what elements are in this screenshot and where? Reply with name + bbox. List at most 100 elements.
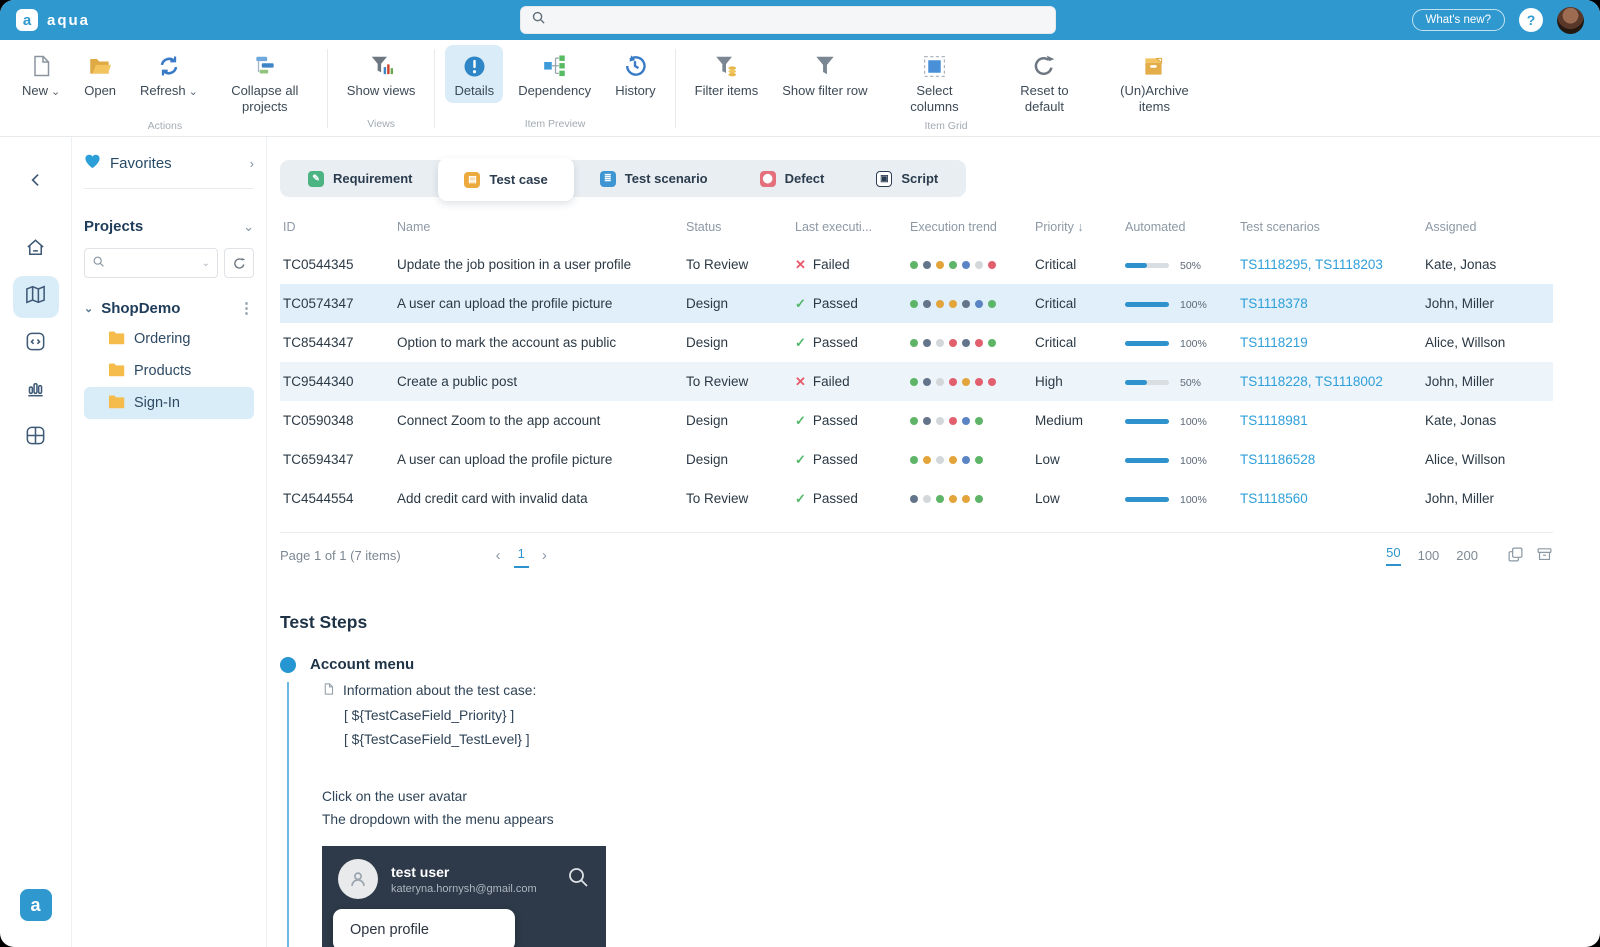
page-size-50[interactable]: 50 bbox=[1386, 545, 1400, 566]
test-scenarios-link[interactable]: TS1118981 bbox=[1237, 413, 1422, 428]
group-label-item-grid: Item Grid bbox=[683, 120, 1210, 132]
tab-defect[interactable]: ⬤ Defect bbox=[734, 160, 851, 197]
column-header-id[interactable]: ID bbox=[280, 220, 394, 234]
open-button[interactable]: Open bbox=[75, 45, 125, 103]
testcase-status: Design bbox=[683, 296, 792, 311]
column-header-status[interactable]: Status bbox=[683, 220, 792, 234]
show-filter-row-button[interactable]: Show filter row bbox=[773, 45, 876, 103]
sidebar-item-home[interactable] bbox=[13, 229, 59, 271]
tab-script[interactable]: ▣ Script bbox=[850, 160, 964, 197]
page-size-100[interactable]: 100 bbox=[1418, 548, 1440, 563]
column-header-test-scenarios[interactable]: Test scenarios bbox=[1237, 220, 1422, 234]
test-scenarios-link[interactable]: TS1118219 bbox=[1237, 335, 1422, 350]
copy-pages-icon[interactable] bbox=[1507, 546, 1524, 566]
trend-dot bbox=[936, 417, 944, 425]
sidebar-item-dashboard[interactable] bbox=[13, 417, 59, 459]
select-columns-button[interactable]: Select columns bbox=[882, 45, 986, 120]
chevron-right-icon[interactable]: › bbox=[250, 156, 254, 171]
refresh-button[interactable]: Refresh⌄ bbox=[131, 45, 207, 104]
test-scenarios-link[interactable]: TS1118228, TS1118002 bbox=[1237, 374, 1422, 389]
main-content: ✎ Requirement ▤ Test case ≣ Test scenari… bbox=[267, 137, 1600, 947]
column-header-automated[interactable]: Automated bbox=[1122, 220, 1237, 234]
test-steps-title: Test Steps bbox=[280, 612, 1553, 633]
column-header-execution-trend[interactable]: Execution trend bbox=[907, 220, 1032, 234]
folder-icon bbox=[108, 394, 125, 413]
sidebar-item-projects[interactable] bbox=[13, 276, 59, 318]
last-execution: ✕Failed bbox=[792, 374, 907, 390]
priority: Critical bbox=[1032, 335, 1122, 350]
archive-view-icon[interactable] bbox=[1536, 546, 1553, 566]
unarchive-items-button[interactable]: (Un)Archive items bbox=[1102, 45, 1206, 120]
folder-icon bbox=[108, 362, 125, 381]
project-search-input[interactable]: ⌄ bbox=[84, 248, 218, 278]
help-button[interactable]: ? bbox=[1519, 8, 1543, 32]
next-page-icon[interactable]: › bbox=[542, 547, 547, 564]
table-row[interactable]: TC9544340Create a public postTo Review✕F… bbox=[280, 362, 1553, 401]
map-icon bbox=[24, 283, 47, 311]
column-header-last-execution[interactable]: Last executi... bbox=[792, 220, 907, 234]
dependency-button[interactable]: Dependency bbox=[509, 45, 600, 103]
test-scenarios-link[interactable]: TS1118560 bbox=[1237, 491, 1422, 506]
global-search-input[interactable] bbox=[520, 6, 1056, 34]
table-row[interactable]: TC4544554Add credit card with invalid da… bbox=[280, 479, 1553, 518]
chevron-down-icon[interactable]: ⌄ bbox=[243, 219, 254, 235]
show-views-button[interactable]: Show views bbox=[338, 45, 425, 103]
trend-dot bbox=[975, 300, 983, 308]
user-avatar[interactable] bbox=[1557, 7, 1584, 34]
filter-items-button[interactable]: Filter items bbox=[686, 45, 768, 103]
table-row[interactable]: TC0574347A user can upload the profile p… bbox=[280, 284, 1553, 323]
test-scenarios-link[interactable]: TS1118378 bbox=[1237, 296, 1422, 311]
whats-new-button[interactable]: What's new? bbox=[1412, 9, 1505, 31]
passed-check-icon: ✓ bbox=[795, 452, 806, 467]
project-refresh-button[interactable] bbox=[224, 248, 254, 278]
table-row[interactable]: TC6594347A user can upload the profile p… bbox=[280, 440, 1553, 479]
history-button[interactable]: History bbox=[606, 45, 664, 103]
chevron-down-icon[interactable]: ⌄ bbox=[84, 302, 93, 315]
table-row[interactable]: TC0544345Update the job position in a us… bbox=[280, 245, 1553, 284]
page-summary: Page 1 of 1 (7 items) bbox=[280, 548, 401, 563]
column-header-assigned[interactable]: Assigned bbox=[1422, 220, 1553, 234]
tab-test-scenario[interactable]: ≣ Test scenario bbox=[574, 160, 734, 197]
defect-icon: ⬤ bbox=[760, 171, 776, 187]
table-row[interactable]: TC0590348Connect Zoom to the app account… bbox=[280, 401, 1553, 440]
prev-page-icon[interactable]: ‹ bbox=[496, 547, 501, 564]
execution-trend bbox=[907, 491, 1032, 506]
project-tree: ⌄ ShopDemo ⋮ Ordering Products Sign-In bbox=[84, 293, 254, 419]
tab-requirement[interactable]: ✎ Requirement bbox=[282, 160, 438, 197]
reset-to-default-button[interactable]: Reset to default bbox=[992, 45, 1096, 120]
test-step[interactable]: Account menu bbox=[280, 656, 1553, 673]
column-header-priority[interactable]: Priority ↓ bbox=[1032, 220, 1122, 234]
step-name: Account menu bbox=[310, 656, 414, 673]
test-scenarios-link[interactable]: TS1118295, TS1118203 bbox=[1237, 257, 1422, 272]
trend-dot bbox=[936, 300, 944, 308]
tree-node-ordering[interactable]: Ordering bbox=[84, 323, 254, 355]
progress-label: 100% bbox=[1180, 494, 1207, 506]
test-scenarios-link[interactable]: TS11186528 bbox=[1237, 452, 1422, 467]
current-page[interactable]: 1 bbox=[514, 544, 529, 568]
toolbar-separator bbox=[327, 49, 328, 128]
details-button[interactable]: Details bbox=[445, 45, 503, 103]
new-button[interactable]: New⌄ bbox=[13, 45, 69, 104]
step-bullet-icon bbox=[280, 657, 296, 673]
favorites-header[interactable]: Favorites › bbox=[84, 153, 254, 173]
chevron-down-icon: ⌄ bbox=[51, 86, 60, 98]
tab-test-case[interactable]: ▤ Test case bbox=[438, 158, 573, 201]
tree-node-shopdemo[interactable]: ⌄ ShopDemo ⋮ bbox=[84, 293, 254, 323]
column-header-name[interactable]: Name bbox=[394, 220, 683, 234]
pagination-bar: Page 1 of 1 (7 items) ‹ 1 › 50 100 200 bbox=[280, 532, 1553, 578]
table-row[interactable]: TC8544347Option to mark the account as p… bbox=[280, 323, 1553, 362]
page-size-200[interactable]: 200 bbox=[1456, 548, 1478, 563]
collapse-all-projects-button[interactable]: Collapse all projects bbox=[213, 45, 317, 120]
sidebar-item-integrations[interactable] bbox=[13, 323, 59, 365]
sidebar-item-reports[interactable] bbox=[13, 370, 59, 412]
chevron-down-icon[interactable]: ⌄ bbox=[202, 258, 210, 269]
passed-check-icon: ✓ bbox=[795, 413, 806, 428]
trend-dot bbox=[936, 456, 944, 464]
tree-node-sign-in[interactable]: Sign-In bbox=[84, 387, 254, 419]
collapse-panel-button[interactable] bbox=[13, 161, 59, 203]
testcase-id: TC0590348 bbox=[280, 413, 394, 428]
projects-header[interactable]: Projects ⌄ bbox=[84, 218, 254, 235]
tree-node-products[interactable]: Products bbox=[84, 355, 254, 387]
tree-item-label: Products bbox=[134, 363, 191, 379]
kebab-menu-icon[interactable]: ⋮ bbox=[239, 299, 254, 317]
